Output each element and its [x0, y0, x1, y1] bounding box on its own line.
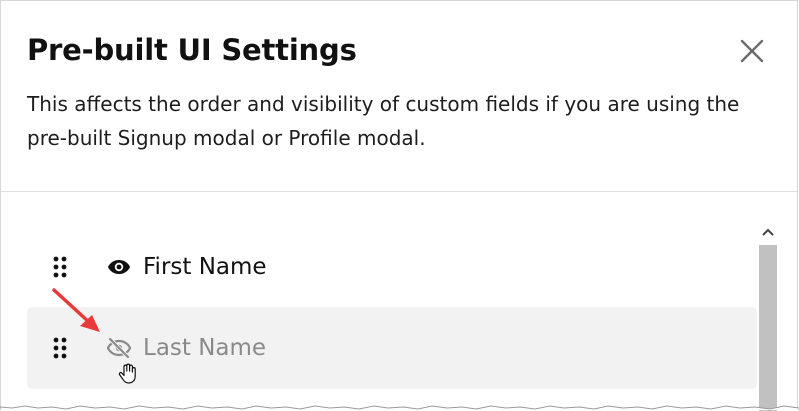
- hand-cursor-icon: [118, 363, 136, 384]
- close-icon: [740, 39, 764, 63]
- vertical-scrollbar[interactable]: [758, 223, 778, 411]
- pre-built-ui-settings-modal: Pre-built UI Settings This affects the o…: [0, 0, 798, 411]
- drag-handle-icon[interactable]: [53, 256, 79, 278]
- drag-handle-icon[interactable]: [53, 337, 79, 359]
- annotation-arrow-icon: [52, 288, 100, 332]
- field-label: First Name: [143, 254, 267, 280]
- modal-title: Pre-built UI Settings: [27, 33, 357, 67]
- scroll-up-icon[interactable]: [758, 223, 778, 241]
- scroll-thumb[interactable]: [759, 245, 777, 411]
- torn-edge: [0, 405, 799, 410]
- eye-off-icon[interactable]: [106, 335, 132, 361]
- modal-description: This affects the order and visibility of…: [27, 92, 740, 150]
- modal-header: Pre-built UI Settings This affects the o…: [1, 1, 797, 191]
- field-row-first-name[interactable]: First Name: [27, 226, 757, 308]
- eye-icon[interactable]: [106, 254, 132, 280]
- close-button[interactable]: [736, 35, 768, 67]
- field-label: Last Name: [143, 335, 267, 361]
